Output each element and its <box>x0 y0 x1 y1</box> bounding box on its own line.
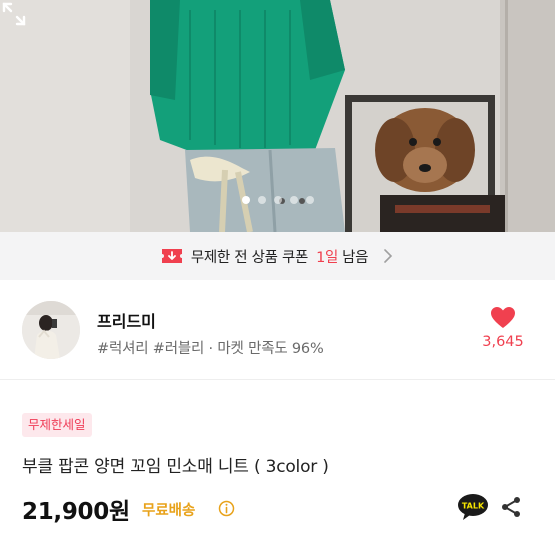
coupon-text: 무제한 전 상품 쿠폰 <box>190 249 309 266</box>
coupon-remain-label: 남음 <box>342 249 369 266</box>
like-button[interactable]: 3,645 <box>473 306 533 350</box>
sale-badge: 무제한세일 <box>22 413 92 437</box>
talk-label: TALK <box>462 502 485 511</box>
like-count: 3,645 <box>482 334 524 350</box>
seller-tags: #럭셔리 #러블리 · 마켓 만족도 96% <box>97 341 324 357</box>
carousel-dot[interactable] <box>289 196 298 204</box>
carousel-dot[interactable] <box>305 196 314 204</box>
share-icon[interactable] <box>499 495 523 519</box>
product-image-carousel[interactable] <box>0 0 555 232</box>
coupon-days-left: 1일 <box>316 249 339 266</box>
carousel-dot[interactable] <box>273 196 282 204</box>
info-icon[interactable] <box>218 500 235 517</box>
expand-icon[interactable] <box>0 0 28 28</box>
carousel-dot[interactable] <box>241 196 250 204</box>
seller-row[interactable]: 프리드미 #럭셔리 #러블리 · 마켓 만족도 96% 3,645 <box>0 280 555 380</box>
product-price: 21,900원 <box>22 499 130 525</box>
seller-avatar[interactable] <box>22 301 80 359</box>
coupon-banner[interactable]: 무제한 전 상품 쿠폰 1일 남음 <box>0 232 555 280</box>
avatar-image <box>22 301 80 359</box>
carousel-page-indicator[interactable] <box>0 196 555 204</box>
kakao-talk-button[interactable]: TALK <box>457 493 489 521</box>
carousel-dot[interactable] <box>257 196 266 204</box>
seller-name[interactable]: 프리드미 <box>97 308 156 332</box>
heart-icon[interactable] <box>490 306 516 330</box>
chevron-right-icon <box>384 249 393 263</box>
shipping-label: 무료배송 <box>142 503 196 519</box>
product-title: 부클 팝콘 양면 꼬임 민소매 니트 ( 3color ) <box>22 457 329 477</box>
coupon-icon <box>161 249 182 263</box>
